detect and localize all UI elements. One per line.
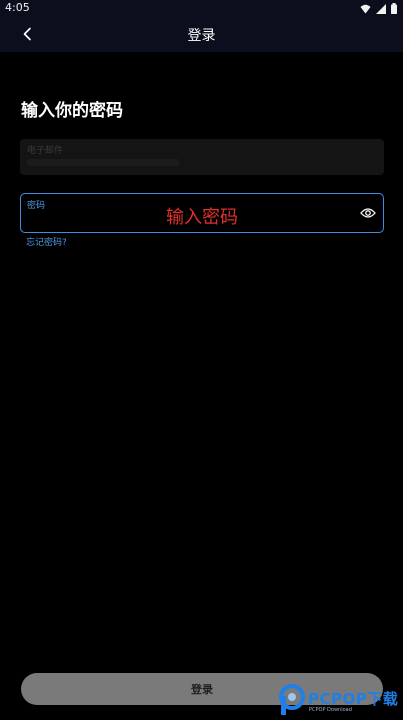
eye-icon bbox=[360, 204, 376, 223]
wifi-icon bbox=[360, 0, 371, 18]
password-field[interactable]: 密码 输入密码 bbox=[20, 193, 384, 233]
email-field-label: 电子邮件 bbox=[27, 146, 64, 156]
battery-icon bbox=[391, 0, 397, 18]
page-title: 登录 bbox=[187, 28, 216, 44]
signal-icon bbox=[376, 0, 386, 18]
password-input[interactable] bbox=[27, 208, 347, 228]
heading: 输入你的密码 bbox=[21, 101, 123, 121]
email-value-redacted bbox=[27, 159, 179, 166]
watermark-subtext: PCPOP Download bbox=[309, 707, 352, 713]
email-field[interactable]: 电子邮件 bbox=[20, 139, 384, 175]
toggle-visibility-button[interactable] bbox=[359, 205, 377, 221]
login-button[interactable]: 登录 bbox=[21, 673, 383, 705]
app-bar: 登录 bbox=[0, 16, 403, 52]
forgot-password-link[interactable]: 忘记密码? bbox=[26, 235, 67, 248]
status-bar: 4:05 bbox=[0, 0, 403, 16]
status-icons bbox=[360, 2, 397, 14]
status-time: 4:05 bbox=[5, 1, 30, 14]
